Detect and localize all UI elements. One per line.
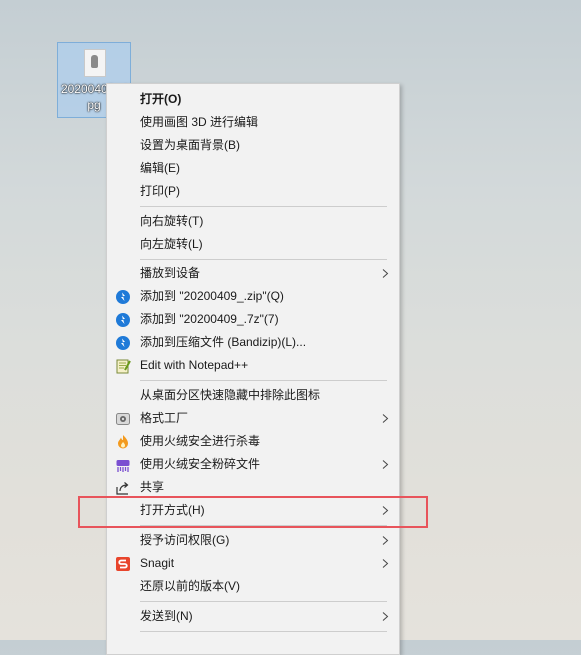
chevron-right-icon: [382, 612, 389, 621]
menu-separator: [140, 631, 387, 632]
menu-item-print[interactable]: 打印(P): [107, 180, 399, 203]
menu-separator: [140, 601, 387, 602]
menu-item-edit-paint3d[interactable]: 使用画图 3D 进行编辑: [107, 111, 399, 134]
menu-item-edit[interactable]: 编辑(E): [107, 157, 399, 180]
menu-item-rotate-left[interactable]: 向左旋转(L): [107, 233, 399, 256]
menu-item-exclude-desktop-hide[interactable]: 从桌面分区快速隐藏中排除此图标: [107, 384, 399, 407]
menu-item-open[interactable]: 打开(O): [107, 88, 399, 111]
menu-item-edit-notepad-plus-plus[interactable]: Edit with Notepad++: [107, 354, 399, 377]
chevron-right-icon: [382, 536, 389, 545]
menu-separator: [140, 259, 387, 260]
notepad-plus-plus-icon: [116, 359, 131, 374]
share-icon: [116, 482, 129, 495]
menu-item-add-to-zip[interactable]: 添加到 "20200409_.zip"(Q): [107, 285, 399, 308]
highlight-box: [78, 496, 428, 528]
chevron-right-icon: [382, 414, 389, 423]
menu-item-send-to[interactable]: 发送到(N): [107, 605, 399, 628]
menu-item-huorong-antivirus[interactable]: 使用火绒安全进行杀毒: [107, 430, 399, 453]
huorong-shredder-icon: [116, 460, 130, 472]
bandizip-icon: [116, 290, 130, 304]
context-menu: 打开(O) 使用画图 3D 进行编辑 设置为桌面背景(B) 编辑(E) 打印(P…: [106, 83, 400, 655]
menu-item-add-to-archive[interactable]: 添加到压缩文件 (Bandizip)(L)...: [107, 331, 399, 354]
snagit-icon: [116, 557, 130, 571]
menu-item-cast-to-device[interactable]: 播放到设备: [107, 262, 399, 285]
menu-separator: [140, 380, 387, 381]
menu-item-grant-access[interactable]: 授予访问权限(G): [107, 529, 399, 552]
chevron-right-icon: [382, 460, 389, 469]
format-factory-icon: [116, 413, 130, 425]
bandizip-icon: [116, 336, 130, 350]
menu-item-format-factory[interactable]: 格式工厂: [107, 407, 399, 430]
menu-item-rotate-right[interactable]: 向右旋转(T): [107, 210, 399, 233]
menu-separator: [140, 206, 387, 207]
chevron-right-icon: [382, 559, 389, 568]
menu-item-huorong-shredder[interactable]: 使用火绒安全粉碎文件: [107, 453, 399, 476]
huorong-antivirus-icon: [118, 435, 128, 449]
menu-item-set-wallpaper[interactable]: 设置为桌面背景(B): [107, 134, 399, 157]
chevron-right-icon: [382, 269, 389, 278]
bandizip-icon: [116, 313, 130, 327]
menu-item-add-to-7z[interactable]: 添加到 "20200409_.7z"(7): [107, 308, 399, 331]
menu-item-restore-previous-versions[interactable]: 还原以前的版本(V): [107, 575, 399, 598]
menu-item-snagit[interactable]: Snagit: [107, 552, 399, 575]
image-thumbnail: [84, 49, 106, 77]
